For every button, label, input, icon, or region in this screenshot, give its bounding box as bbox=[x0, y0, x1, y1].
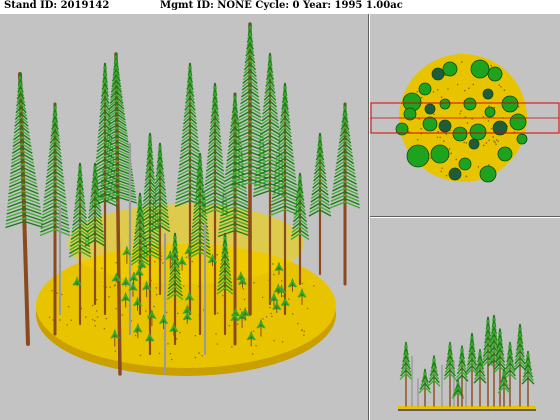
overhead-plot-canvas bbox=[370, 54, 560, 183]
conifer-tree bbox=[503, 341, 517, 407]
conifer-tree bbox=[308, 132, 332, 276]
stand-visualization-window: Stand ID: 2019142 Mgmt ID: NONE Cycle: 0… bbox=[0, 0, 560, 420]
tree-crown bbox=[418, 82, 432, 96]
tree-crown bbox=[431, 67, 445, 81]
tree-crown bbox=[482, 88, 494, 100]
conifer-tree bbox=[399, 341, 413, 407]
perspective-stand-canvas bbox=[5, 22, 361, 376]
tree-crown bbox=[497, 146, 513, 162]
overhead-view-panel[interactable] bbox=[370, 14, 560, 217]
tree-crown bbox=[430, 144, 450, 164]
conifer-tree bbox=[427, 355, 441, 407]
tree-crown bbox=[452, 126, 468, 142]
tree-crown bbox=[424, 103, 436, 115]
tree-crown bbox=[442, 61, 458, 77]
tree-crown bbox=[501, 95, 519, 113]
tree-crown bbox=[458, 157, 472, 171]
tree-crown bbox=[469, 123, 487, 141]
stand-id-label: Stand ID: 2019142 bbox=[4, 0, 110, 11]
tree-crown bbox=[406, 144, 430, 168]
management-info-label: Mgmt ID: NONE Cycle: 0 Year: 1995 1.00ac bbox=[160, 0, 403, 11]
conifer-tree bbox=[465, 332, 479, 407]
conifer-tree bbox=[329, 102, 361, 286]
tree-crown bbox=[448, 167, 462, 181]
tree-crown bbox=[509, 113, 527, 131]
ground-highlight bbox=[68, 204, 304, 284]
profile-view-panel[interactable] bbox=[370, 218, 560, 420]
conifer-tree bbox=[513, 323, 527, 407]
tree-crown bbox=[479, 165, 497, 183]
tree-crown bbox=[463, 97, 477, 111]
tree-crown bbox=[487, 66, 503, 82]
tree-crown bbox=[439, 98, 451, 110]
tree-crown bbox=[468, 138, 480, 150]
side-profile-canvas bbox=[398, 314, 536, 411]
perspective-view-panel[interactable] bbox=[0, 14, 369, 420]
tree-crown bbox=[470, 59, 490, 79]
tree-crown bbox=[484, 106, 496, 118]
conifer-tree bbox=[418, 368, 432, 407]
header-bar: Stand ID: 2019142 Mgmt ID: NONE Cycle: 0… bbox=[0, 0, 560, 14]
tree-crown bbox=[422, 116, 438, 132]
tree-crown bbox=[516, 133, 528, 145]
tree-crown bbox=[438, 119, 452, 133]
